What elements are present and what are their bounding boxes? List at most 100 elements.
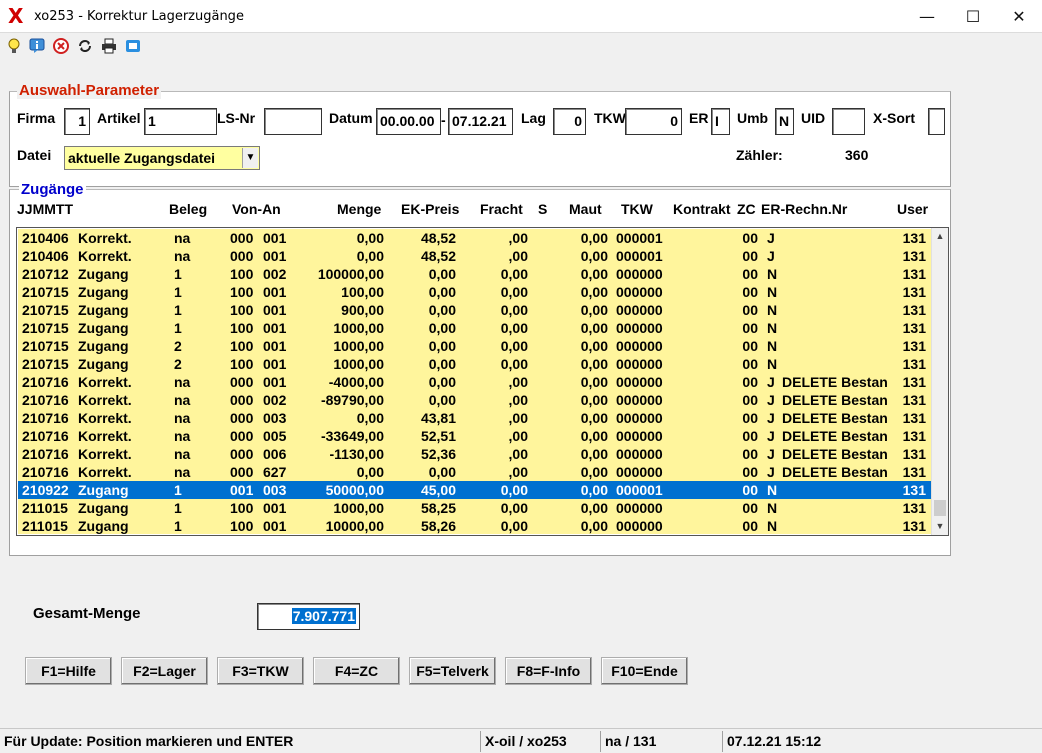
tkw-field[interactable]: 0 [625, 108, 682, 135]
maximize-button[interactable]: ☐ [950, 0, 996, 33]
xsort-field[interactable] [928, 108, 945, 135]
table-row[interactable]: 210716 Korrekt. na 000 002 -89790,00 0,00 ,00 0,… [18, 391, 931, 409]
cell-fracht: ,00 [508, 464, 528, 480]
cell-tkw: 000000 [616, 446, 663, 462]
col-header-kontrakt[interactable]: Kontrakt [673, 201, 731, 217]
cancel-icon[interactable] [52, 38, 70, 56]
cell-beleg: 1 [174, 500, 182, 516]
window-icon[interactable] [124, 38, 142, 56]
gesamt-menge-value: 7.907.771 [291, 608, 356, 624]
cell-ekpreis: 0,00 [428, 464, 456, 480]
f5-telverk-button[interactable]: F5=Telverk [409, 657, 496, 685]
cell-type: Korrekt. [78, 464, 132, 480]
artikel-label: Artikel [97, 110, 141, 126]
printer-icon[interactable] [100, 38, 118, 56]
cell-tkw: 000000 [616, 374, 663, 390]
cell-user: 131 [902, 374, 926, 390]
col-header-menge[interactable]: Menge [337, 201, 381, 217]
chevron-down-icon[interactable]: ▼ [242, 148, 258, 168]
cell-von: 100 [230, 284, 254, 300]
f8-finfo-button[interactable]: F8=F-Info [505, 657, 592, 685]
cell-er: J [767, 446, 775, 462]
f3-tkw-button[interactable]: F3=TKW [217, 657, 304, 685]
col-header-date[interactable]: JJMMTT [17, 201, 73, 217]
artikel-field[interactable]: 1 [144, 108, 217, 135]
scrollbar-thumb[interactable] [934, 500, 946, 516]
cell-fracht: ,00 [508, 446, 528, 462]
cell-an: 001 [263, 518, 287, 534]
info-icon[interactable] [28, 38, 46, 56]
table-row[interactable]: 210716 Korrekt. na 000 006 -1130,00 52,36 ,00 0,… [18, 445, 931, 463]
col-header-zc[interactable]: ZC [737, 201, 756, 217]
close-button[interactable]: ✕ [996, 0, 1042, 33]
f10-ende-button[interactable]: F10=Ende [601, 657, 688, 685]
scroll-down-icon[interactable]: ▼ [932, 518, 948, 535]
f1-help-button[interactable]: F1=Hilfe [25, 657, 112, 685]
table-row[interactable]: 210715 Zugang 1 100 001 900,00 0,00 0,00 0,00 000… [18, 301, 931, 319]
cell-an: 003 [263, 410, 287, 426]
col-header-vonan[interactable]: Von-An [232, 201, 281, 217]
datei-select[interactable]: aktuelle Zugangsdatei ▼ [64, 146, 260, 170]
gesamt-menge-field[interactable]: 7.907.771 [257, 603, 360, 630]
cell-menge: 0,00 [356, 248, 384, 264]
er-field[interactable]: I [711, 108, 730, 135]
col-header-user[interactable]: User [897, 201, 928, 217]
table-row[interactable]: 210715 Zugang 1 100 001 1000,00 0,00 0,00 0,00 00… [18, 319, 931, 337]
cell-user: 131 [902, 428, 926, 444]
table-row[interactable]: 211015 Zugang 1 100 001 10000,00 58,26 0,00 0,00… [18, 517, 931, 535]
cell-menge: -4000,00 [328, 374, 384, 390]
cell-maut: 0,00 [580, 392, 608, 408]
zugaenge-grid[interactable]: 210406 Korrekt. na 000 001 0,00 48,52,00 0,00 00… [16, 227, 949, 536]
col-header-maut[interactable]: Maut [569, 201, 602, 217]
vertical-scrollbar[interactable]: ▲ ▼ [931, 228, 948, 535]
col-header-s[interactable]: S [538, 201, 547, 217]
table-row[interactable]: 210716 Korrekt. na 000 627 0,00 0,00,00 0,00 000… [18, 463, 931, 481]
lightbulb-icon[interactable] [5, 38, 23, 56]
f2-lager-button[interactable]: F2=Lager [121, 657, 208, 685]
cell-date: 210715 [22, 338, 69, 354]
table-row[interactable]: 210716 Korrekt. na 000 005 -33649,00 52,51 ,00 0… [18, 427, 931, 445]
table-row[interactable]: 210712 Zugang 1 100 002 100000,00 0,00 0,00 0,00… [18, 265, 931, 283]
cell-ekpreis: 43,81 [420, 410, 456, 426]
cell-von: 001 [230, 482, 254, 498]
table-row[interactable]: 210922 Zugang 1 001 003 50000,00 45,00 0,00 0,00… [18, 481, 931, 499]
cell-an: 003 [263, 482, 287, 498]
table-row[interactable]: 210715 Zugang 1 100 001 100,00 0,00 0,00 0,00 000… [18, 283, 931, 301]
datum-from-field[interactable]: 00.00.00 [376, 108, 441, 135]
minimize-button[interactable]: — [904, 0, 950, 33]
scroll-up-icon[interactable]: ▲ [932, 228, 948, 245]
col-header-tkw[interactable]: TKW [621, 201, 653, 217]
firma-field[interactable]: 1 [64, 108, 90, 135]
col-header-er-rechn[interactable]: ER-Rechn.Nr [761, 201, 847, 217]
cell-date: 210716 [22, 446, 69, 462]
lsnr-field[interactable] [264, 108, 322, 135]
cell-beleg: 1 [174, 284, 182, 300]
col-header-fracht[interactable]: Fracht [480, 201, 523, 217]
table-row[interactable]: 210716 Korrekt. na 000 001 -4000,00 0,00 ,00 0,0… [18, 373, 931, 391]
table-row[interactable]: 210716 Korrekt. na 000 003 0,00 43,81 ,00 0,00 00… [18, 409, 931, 427]
uid-field[interactable] [832, 108, 865, 135]
table-row[interactable]: 210406 Korrekt. na 000 001 0,00 48,52,00 0,00 00… [18, 247, 931, 265]
status-bar: Für Update: Position markieren und ENTER… [0, 728, 1042, 753]
cell-von: 000 [230, 446, 254, 462]
status-datetime: 07.12.21 15:12 [722, 731, 1040, 752]
refresh-icon[interactable] [76, 38, 94, 56]
table-row[interactable]: 210715 Zugang 2 100 001 1000,00 0,00 0,00 0,00 00… [18, 337, 931, 355]
f4-zc-button[interactable]: F4=ZC [313, 657, 400, 685]
datum-to-field[interactable]: 07.12.21 [448, 108, 513, 135]
cell-von: 100 [230, 302, 254, 318]
table-row[interactable]: 211015 Zugang 1 100 001 1000,00 58,25 0,00 0,00 0… [18, 499, 931, 517]
cell-von: 000 [230, 410, 254, 426]
table-row[interactable]: 210406 Korrekt. na 000 001 0,00 48,52,00 0,00 00… [18, 229, 931, 247]
cell-fracht: ,00 [508, 230, 528, 246]
col-header-ekpreis[interactable]: EK-Preis [401, 201, 459, 217]
table-row[interactable]: 210715 Zugang 2 100 001 1000,00 0,00 0,00 0,00 00… [18, 355, 931, 373]
cell-fracht: 0,00 [500, 284, 528, 300]
col-header-beleg[interactable]: Beleg [169, 201, 207, 217]
umb-field[interactable]: N [775, 108, 794, 135]
cell-date: 210716 [22, 428, 69, 444]
lag-field[interactable]: 0 [553, 108, 586, 135]
cell-fracht: 0,00 [500, 500, 528, 516]
cell-type: Zugang [78, 266, 129, 282]
cell-an: 002 [263, 392, 287, 408]
